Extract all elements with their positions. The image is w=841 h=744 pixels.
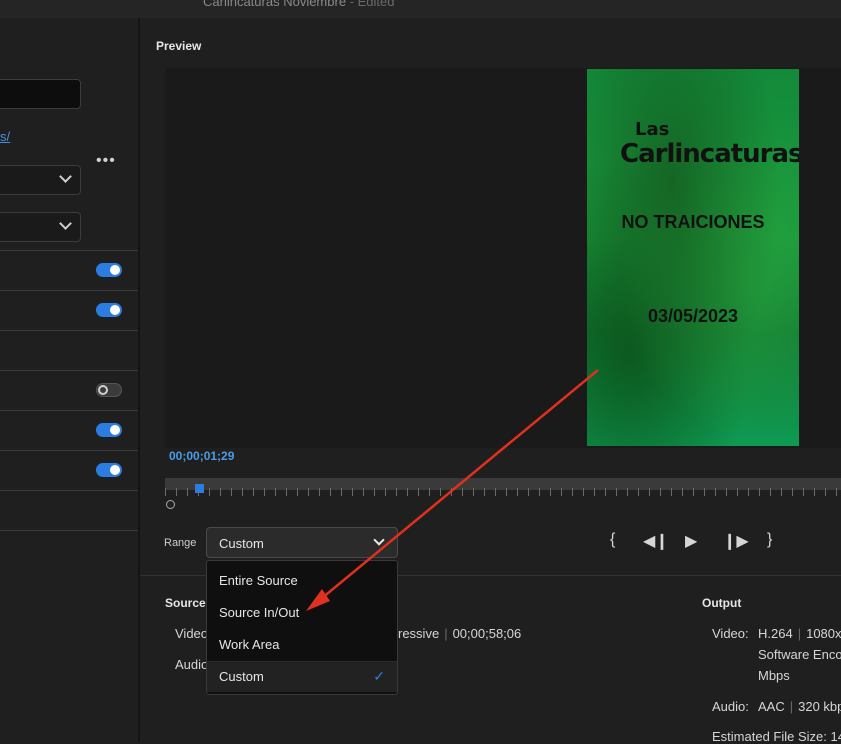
step-forward-icon[interactable]: ❙▶	[723, 531, 749, 551]
checkmark-icon: ✓	[373, 668, 385, 684]
range-dropdown[interactable]: Custom	[206, 527, 398, 558]
range-label: Range	[164, 537, 197, 549]
range-option-custom[interactable]: Custom ✓	[207, 661, 397, 692]
export-settings-panel: s/	[0, 18, 138, 742]
mark-in-icon[interactable]: {	[610, 531, 615, 549]
output-video-bitrate-unit: Mbps	[758, 668, 790, 683]
output-audio-info: AAC|320 kbps	[758, 699, 841, 714]
timeline-ruler	[165, 488, 841, 496]
in-point-marker[interactable]	[166, 500, 175, 509]
output-video-info: H.264|1080x19	[758, 626, 841, 641]
toggle-switch-4[interactable]	[96, 423, 122, 437]
title-bar: Carlincaturas Noviembre - Edited	[0, 0, 841, 18]
preview-heading: Preview	[156, 39, 202, 53]
current-timecode[interactable]: 00;00;01;29	[169, 449, 234, 463]
source-video-info: ressive | 00;00;58;06	[398, 626, 522, 641]
poster-logo-line1: Las	[635, 119, 670, 140]
more-options-icon[interactable]: •••	[96, 152, 116, 170]
mark-out-icon[interactable]: }	[767, 531, 772, 549]
settings-row-8	[0, 530, 138, 570]
toggle-switch-5[interactable]	[96, 463, 122, 477]
source-heading: Source	[165, 596, 206, 610]
settings-row-6	[0, 450, 138, 490]
toggle-switch-2[interactable]	[96, 303, 122, 317]
window-title: Carlincaturas Noviembre - Edited	[203, 0, 395, 9]
settings-row-4	[0, 370, 138, 410]
step-back-icon[interactable]: ◀❙	[643, 531, 669, 551]
location-link[interactable]: s/	[0, 129, 10, 144]
output-video-label: Video:	[712, 626, 749, 641]
source-audio-label: Audio	[175, 657, 209, 672]
settings-row-5	[0, 410, 138, 450]
chevron-down-icon	[59, 217, 72, 230]
output-video-encoder: Software Encod	[758, 647, 841, 662]
playhead-handle[interactable]	[195, 484, 204, 493]
output-heading: Output	[702, 596, 742, 610]
play-icon[interactable]: ▶	[685, 531, 697, 551]
chevron-down-icon	[373, 534, 385, 546]
poster-logo-line2: Carlincaturas	[620, 139, 799, 169]
video-frame-preview: Las Carlincaturas NO TRAICIONES 03/05/20…	[587, 69, 799, 446]
file-name-field[interactable]	[0, 79, 81, 109]
settings-row-2	[0, 290, 138, 330]
toggle-switch-3[interactable]	[96, 383, 122, 397]
panel-divider	[138, 18, 140, 742]
toggle-switch-1[interactable]	[96, 263, 122, 277]
settings-row-3	[0, 330, 138, 370]
poster-date: 03/05/2023	[647, 306, 739, 326]
range-option-entire-source[interactable]: Entire Source	[207, 566, 397, 596]
range-option-source-in-out[interactable]: Source In/Out	[207, 598, 397, 628]
range-option-work-area[interactable]: Work Area	[207, 630, 397, 660]
chevron-down-icon	[59, 170, 72, 183]
range-selected-value: Custom	[219, 536, 264, 551]
settings-row-1	[0, 250, 138, 290]
preset-dropdown[interactable]	[0, 165, 81, 195]
range-dropdown-menu: Entire Source Source In/Out Work Area Cu…	[206, 560, 398, 695]
source-video-label: Video	[175, 626, 209, 641]
poster-headline: NO TRAICIONES	[621, 212, 765, 232]
format-dropdown[interactable]	[0, 212, 81, 242]
settings-row-7	[0, 490, 138, 530]
output-audio-label: Audio:	[712, 699, 749, 714]
preview-timeline[interactable]	[165, 463, 841, 510]
